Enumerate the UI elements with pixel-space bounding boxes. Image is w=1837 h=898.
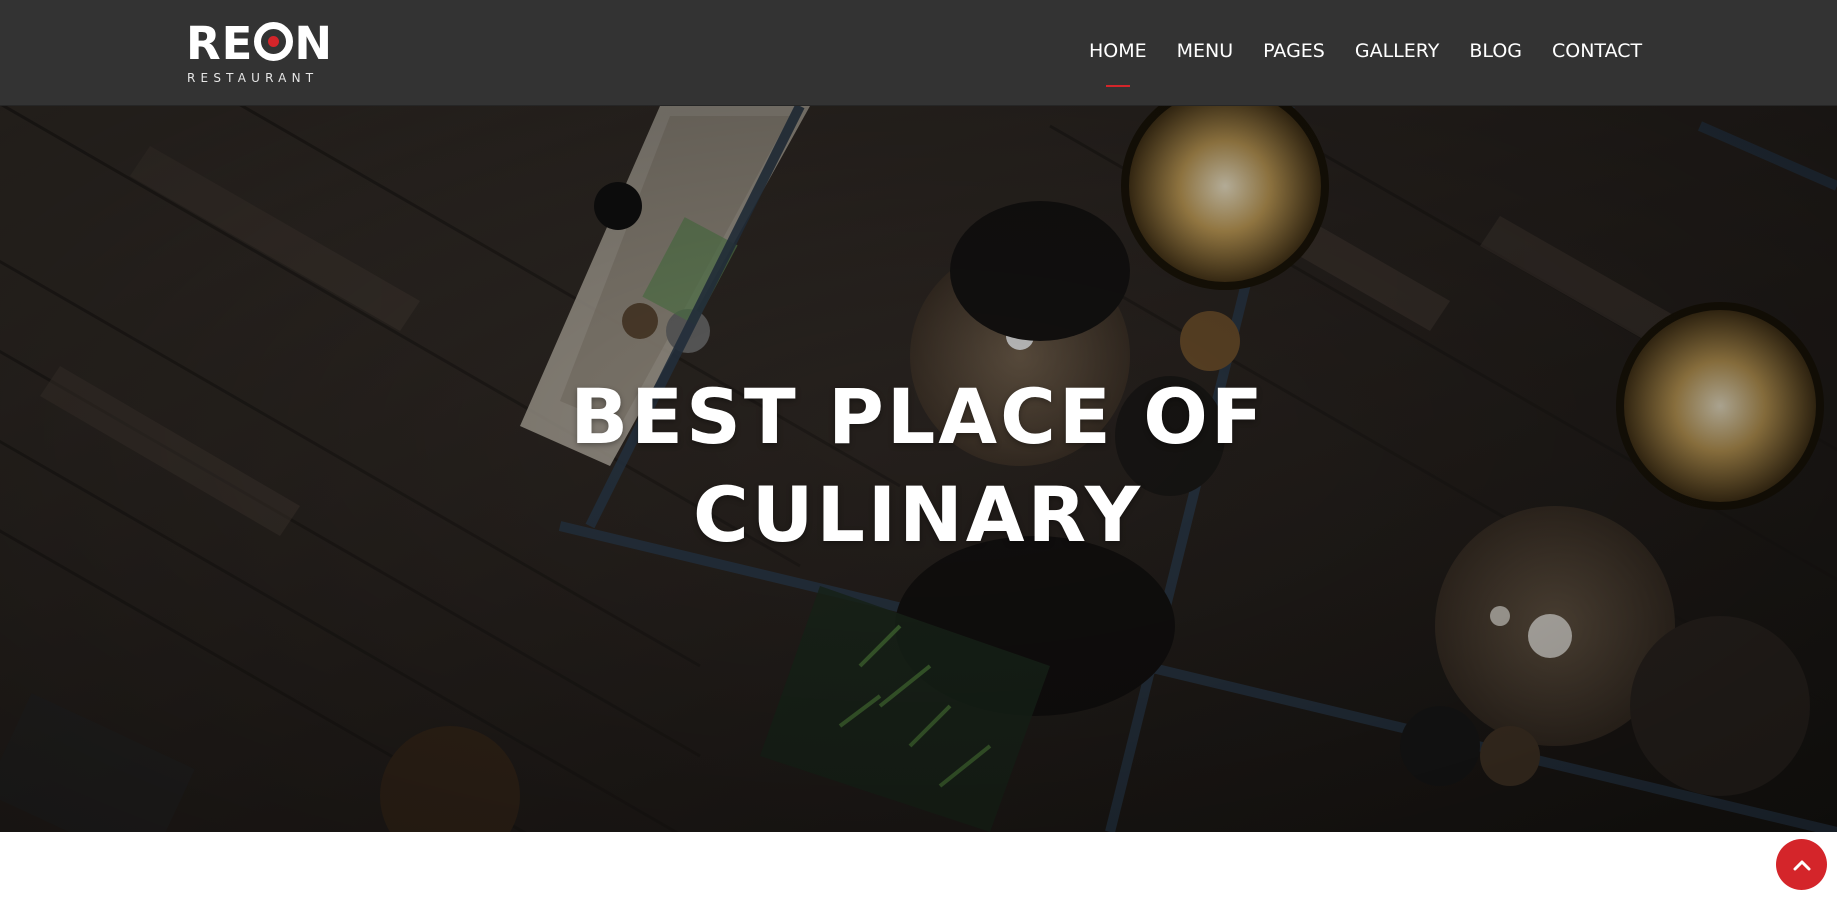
logo-text-left: RE: [186, 17, 254, 70]
nav-item-contact[interactable]: CONTACT: [1552, 38, 1642, 78]
site-header: RE N RESTAURANT HOME MENU PAGES GALLERY B…: [0, 0, 1837, 106]
chevron-up-icon: [1793, 860, 1810, 870]
logo-wordmark: RE N: [186, 21, 333, 66]
nav-item-menu[interactable]: MENU: [1177, 38, 1234, 78]
reon-logo[interactable]: RE N RESTAURANT: [186, 21, 332, 86]
nav-item-gallery[interactable]: GALLERY: [1355, 38, 1440, 78]
logo-tagline: RESTAURANT: [187, 71, 319, 85]
content-start: [0, 832, 1837, 898]
nav-item-blog[interactable]: BLOG: [1469, 38, 1522, 78]
main-nav: HOME MENU PAGES GALLERY BLOG CONTACT: [1089, 38, 1642, 87]
hero-banner: BEST PLACE OF CULINARY: [0, 106, 1837, 832]
nav-item-home[interactable]: HOME: [1089, 38, 1147, 87]
nav-item-pages[interactable]: PAGES: [1263, 38, 1325, 78]
scroll-to-top-button[interactable]: [1776, 839, 1827, 890]
hero-title-line1: BEST PLACE OF: [570, 372, 1266, 461]
logo-o-icon: [254, 22, 294, 61]
hero-title-line2: CULINARY: [692, 470, 1143, 559]
hero-title: BEST PLACE OF CULINARY: [418, 368, 1418, 564]
logo-text-right: N: [294, 17, 334, 70]
